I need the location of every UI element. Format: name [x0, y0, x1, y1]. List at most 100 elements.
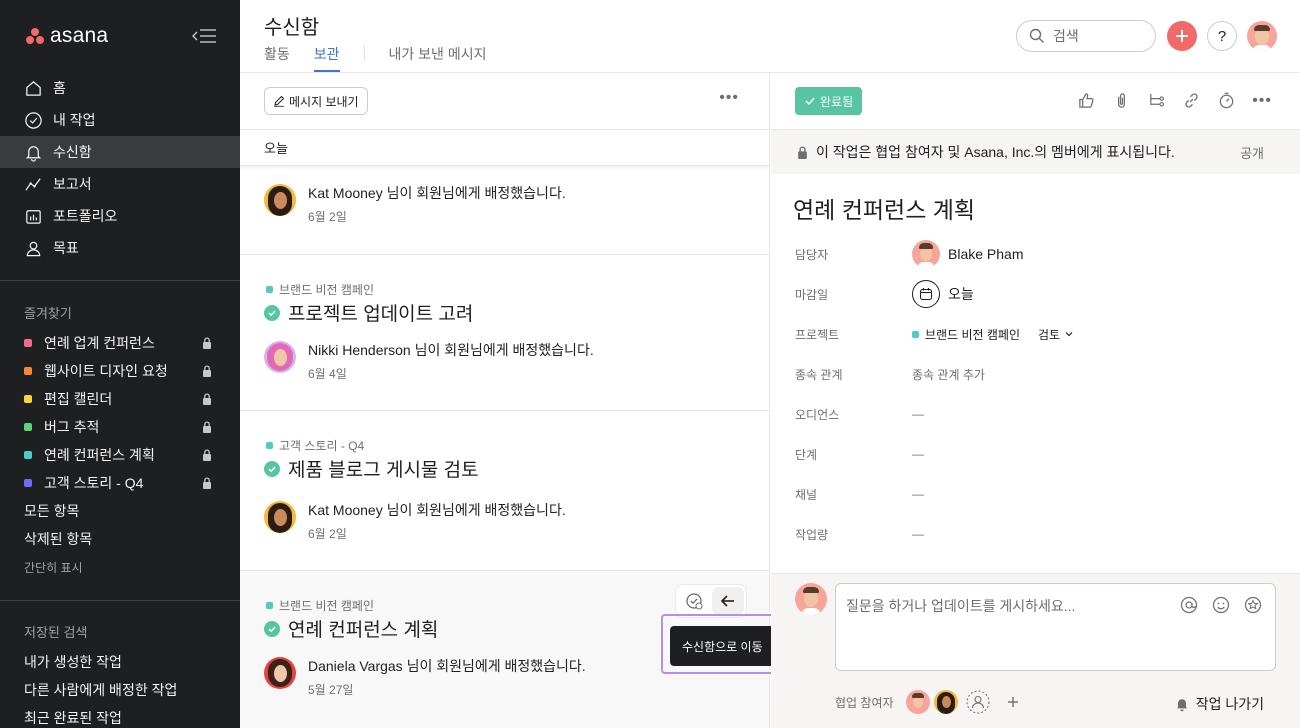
user-avatar[interactable]: [1247, 21, 1277, 51]
help-button[interactable]: ?: [1207, 21, 1237, 51]
collaborator-avatar[interactable]: [933, 690, 958, 714]
sidebar-divider: [0, 280, 240, 281]
search-box[interactable]: [1016, 20, 1156, 52]
effort-value[interactable]: —: [912, 527, 924, 541]
project-chip[interactable]: 브랜드 비전 캠페인: [912, 326, 1020, 343]
completed-check-icon[interactable]: [264, 304, 280, 321]
comment-input[interactable]: 질문을 하거나 업데이트를 게시하세요...: [835, 583, 1276, 671]
avatar: [795, 583, 827, 615]
task-title[interactable]: 제품 블로그 게시물 검토: [264, 455, 479, 482]
favorite-item[interactable]: 편집 캘린더: [0, 385, 240, 413]
assignee-value[interactable]: Blake Pham: [912, 240, 1023, 268]
show-less-link[interactable]: 간단히 표시: [0, 553, 240, 581]
completed-check-icon[interactable]: [264, 460, 280, 477]
leave-task-button[interactable]: 작업 나가기: [1174, 694, 1264, 714]
favorite-item[interactable]: 연례 업계 컨퍼런스: [0, 329, 240, 357]
add-dependency-link[interactable]: 종속 관계 추가: [912, 366, 985, 383]
task-title[interactable]: 연례 컨퍼런스 계획: [264, 615, 438, 642]
collapse-sidebar-icon[interactable]: [190, 26, 218, 46]
favorite-item[interactable]: 버그 추적: [0, 413, 240, 441]
task-title-heading[interactable]: 연례 컨퍼런스 계획: [793, 191, 975, 225]
favorite-label: 버그 추적: [44, 419, 100, 435]
inbox-card[interactable]: 고객 스토리 - Q4 제품 블로그 게시물 검토 Kat Mooney 님이 …: [240, 411, 769, 571]
inbox-card[interactable]: 브랜드 비전 캠페인 프로젝트 업데이트 고려 Nikki Henderson …: [240, 255, 769, 411]
send-message-button[interactable]: 메시지 보내기: [264, 87, 368, 115]
add-collaborator-icon[interactable]: [966, 690, 990, 714]
due-date-field: 마감일 오늘: [795, 274, 1275, 314]
assignee-name: Blake Pham: [948, 246, 1024, 262]
sidebar-item-goals[interactable]: 목표: [0, 232, 240, 264]
create-plus-button[interactable]: [1167, 21, 1197, 51]
check-icon: [805, 97, 815, 106]
favorite-item[interactable]: 웹사이트 디자인 요청: [0, 357, 240, 385]
saved-search-item[interactable]: 내가 생성한 작업: [0, 648, 240, 676]
sidebar-item-label: 목표: [53, 240, 79, 256]
notification-text: Kat Mooney 님이 회원님에게 배정했습니다.: [308, 502, 566, 518]
project-color-icon: [24, 423, 32, 431]
collaborator-avatar[interactable]: [905, 690, 930, 714]
lock-icon: [203, 365, 211, 377]
notification-text: Daniela Vargas 님이 회원님에게 배정했습니다.: [308, 658, 586, 674]
asana-logo-icon: [26, 28, 44, 44]
due-date-value[interactable]: 오늘: [912, 280, 974, 308]
more-options-icon[interactable]: •••: [719, 89, 739, 107]
project-status-select[interactable]: 검토: [1038, 326, 1074, 343]
sidebar-item-inbox[interactable]: 수신함: [0, 136, 240, 168]
chart-line-icon: [25, 177, 41, 191]
inbox-tabs: 활동 보관 내가 보낸 메시지: [264, 44, 510, 72]
project-color-icon: [24, 367, 32, 375]
project-tag[interactable]: 고객 스토리 - Q4: [266, 437, 364, 454]
deleted-items-link[interactable]: 삭제된 항목: [0, 525, 240, 553]
timer-icon[interactable]: [1217, 91, 1236, 110]
sidebar-item-portfolios[interactable]: 포트폴리오: [0, 200, 240, 232]
inbox-card[interactable]: Kat Mooney 님이 회원님에게 배정했습니다. 6월 2일: [240, 166, 769, 255]
project-color-icon: [912, 330, 919, 338]
tab-sent-messages[interactable]: 내가 보낸 메시지: [389, 44, 487, 72]
stage-value[interactable]: —: [912, 447, 924, 461]
mention-icon[interactable]: [1179, 595, 1199, 615]
field-label: 오디언스: [795, 407, 840, 422]
favorite-item[interactable]: 연례 컨퍼런스 계획: [0, 441, 240, 469]
asana-logo[interactable]: asana: [26, 24, 108, 48]
like-icon[interactable]: [1077, 91, 1096, 110]
sidebar: asana 홈 내 작업 수신함 보고서 포트폴리오 목표 즐겨찾기 연례 업계…: [0, 0, 240, 728]
favorite-label: 연례 업계 컨퍼런스: [44, 335, 155, 351]
project-color-icon: [24, 395, 32, 403]
project-tag[interactable]: 브랜드 비전 캠페인: [266, 597, 374, 614]
mark-complete-button[interactable]: 완료됨: [795, 87, 863, 115]
tab-activity[interactable]: 활동: [264, 44, 290, 72]
project-tag[interactable]: 브랜드 비전 캠페인: [266, 281, 374, 298]
lock-icon: [798, 146, 807, 159]
sidebar-item-label: 포트폴리오: [53, 208, 118, 224]
completed-check-icon[interactable]: [264, 620, 280, 637]
sidebar-item-reports[interactable]: 보고서: [0, 168, 240, 200]
all-items-link[interactable]: 모든 항목: [0, 497, 240, 525]
move-to-inbox-arrow-icon[interactable]: [712, 587, 744, 615]
search-input[interactable]: [1053, 28, 1143, 44]
link-icon[interactable]: [1182, 91, 1201, 110]
saved-search-item[interactable]: 다른 사람에게 배정한 작업: [0, 676, 240, 704]
dependencies-field: 종속 관계 종속 관계 추가: [795, 354, 1275, 394]
make-public-button[interactable]: 공개: [1240, 143, 1264, 162]
attachment-icon[interactable]: [1112, 91, 1131, 110]
more-options-icon[interactable]: •••: [1252, 92, 1272, 110]
subtask-icon[interactable]: [1147, 91, 1166, 110]
audience-value[interactable]: —: [912, 407, 924, 421]
tab-archive[interactable]: 보관: [313, 44, 340, 72]
channel-value[interactable]: —: [912, 487, 924, 501]
favorite-label: 연례 컨퍼런스 계획: [44, 447, 155, 463]
favorite-item[interactable]: 고객 스토리 - Q4: [0, 469, 240, 497]
archive-check-icon[interactable]: [678, 587, 710, 615]
plus-icon[interactable]: [1006, 695, 1020, 709]
emoji-icon[interactable]: [1211, 595, 1231, 615]
project-tag-label: 고객 스토리 - Q4: [279, 439, 365, 453]
field-label: 작업량: [795, 527, 829, 542]
sidebar-item-home[interactable]: 홈: [0, 72, 240, 104]
avatar: [912, 240, 940, 268]
sidebar-item-my-tasks[interactable]: 내 작업: [0, 104, 240, 136]
due-date-text: 오늘: [948, 286, 974, 302]
star-icon[interactable]: [1243, 595, 1263, 615]
task-title[interactable]: 프로젝트 업데이트 고려: [264, 299, 473, 326]
edit-icon: [274, 95, 285, 107]
saved-search-item[interactable]: 최근 완료된 작업: [0, 704, 240, 728]
